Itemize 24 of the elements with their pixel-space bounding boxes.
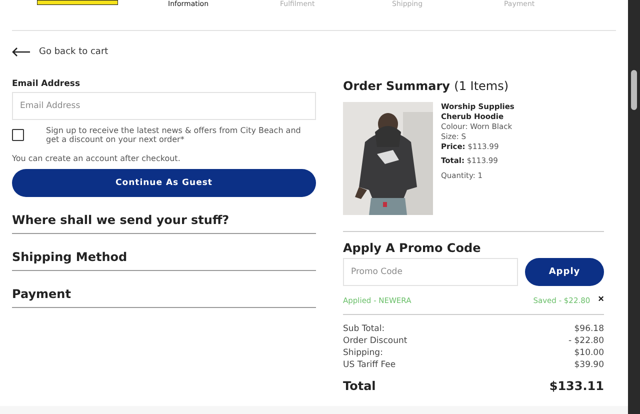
- grand-total-value: $133.11: [549, 379, 604, 393]
- section-header[interactable]: Shipping Method: [12, 234, 316, 271]
- total-label: Shipping:: [343, 347, 383, 359]
- section-header[interactable]: Payment: [12, 271, 316, 308]
- total-value: $10.00: [574, 347, 604, 359]
- promo-title: Apply A Promo Code: [343, 241, 482, 255]
- summary-title: Order Summary (1 Items): [343, 79, 510, 93]
- back-link[interactable]: Go back to cart: [12, 47, 108, 57]
- promo-field[interactable]: Promo Code: [343, 258, 518, 286]
- account-note: You can create an account after checkout.: [12, 154, 182, 163]
- total-value: $39.90: [574, 359, 604, 371]
- total-value: - $22.80: [568, 335, 604, 347]
- grand-total-label: Total: [343, 379, 376, 393]
- total-label: US Tariff Fee: [343, 359, 396, 371]
- total-value: $96.18: [574, 323, 604, 335]
- total-label: Order Discount: [343, 335, 408, 347]
- section-header[interactable]: Where shall we send your stuff?: [12, 197, 316, 234]
- remove-button[interactable]: ×: [598, 295, 604, 305]
- email-field[interactable]: Email Address: [12, 92, 316, 120]
- continue-button[interactable]: Continue As Guest: [12, 169, 316, 197]
- newsletter-text: Sign up to receive the latest news & offers from City Beach and get a discount on your next order*: [46, 126, 302, 144]
- field-label: Email Address: [12, 79, 82, 89]
- total-label: Sub Total:: [343, 323, 385, 335]
- apply-button[interactable]: Apply: [525, 258, 604, 286]
